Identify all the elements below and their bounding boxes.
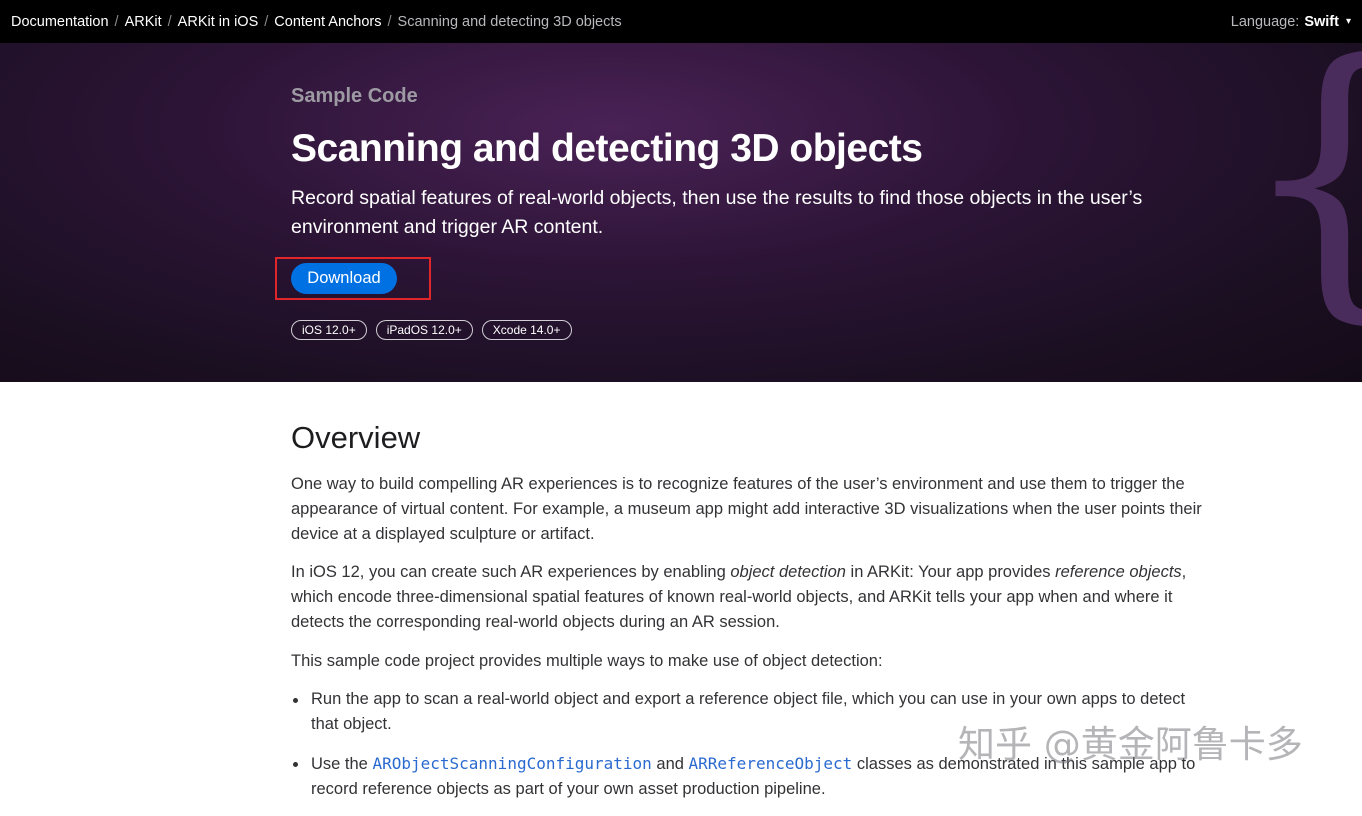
badge-xcode: Xcode 14.0+ (482, 320, 572, 340)
breadcrumb-arkit-in-ios[interactable]: ARKit in iOS (178, 14, 259, 30)
top-nav-bar: Documentation / ARKit / ARKit in iOS / C… (0, 0, 1362, 43)
badge-ios: iOS 12.0+ (291, 320, 367, 340)
page-title: Scanning and detecting 3D objects (291, 127, 922, 171)
watermark-text: 知乎 @黄金阿鲁卡多 (958, 714, 1303, 768)
breadcrumb: Documentation / ARKit / ARKit in iOS / C… (11, 14, 622, 30)
breadcrumb-separator: / (168, 14, 172, 30)
breadcrumb-current-page: Scanning and detecting 3D objects (398, 14, 622, 30)
term-object-detection: object detection (730, 563, 846, 581)
overview-paragraph-2: In iOS 12, you can create such AR experi… (291, 560, 1206, 635)
text-span: Use the (311, 755, 372, 773)
text-span: and (652, 755, 689, 773)
language-selector[interactable]: Language: Swift ▾ (1231, 14, 1351, 30)
breadcrumb-separator: / (388, 14, 392, 30)
link-arobjectscanningconfiguration[interactable]: ARObjectScanningConfiguration (372, 754, 651, 773)
breadcrumb-separator: / (115, 14, 119, 30)
overview-paragraph-3: This sample code project provides multip… (291, 649, 1206, 674)
curly-brace-icon: { (1238, 43, 1362, 325)
text-span: in ARKit: Your app provides (846, 563, 1055, 581)
eyebrow-label: Sample Code (291, 85, 418, 108)
language-label: Language: (1231, 14, 1300, 30)
breadcrumb-separator: / (264, 14, 268, 30)
overview-paragraph-1: One way to build compelling AR experienc… (291, 472, 1206, 547)
breadcrumb-arkit[interactable]: ARKit (125, 14, 162, 30)
language-value[interactable]: Swift (1304, 14, 1339, 30)
breadcrumb-documentation[interactable]: Documentation (11, 14, 109, 30)
platform-badges: iOS 12.0+ iPadOS 12.0+ Xcode 14.0+ (291, 320, 581, 340)
term-reference-objects: reference objects (1055, 563, 1182, 581)
link-arreferenceobject[interactable]: ARReferenceObject (689, 754, 853, 773)
chevron-down-icon[interactable]: ▾ (1346, 16, 1351, 27)
text-span: In iOS 12, you can create such AR experi… (291, 563, 730, 581)
download-button[interactable]: Download (291, 263, 397, 294)
breadcrumb-content-anchors[interactable]: Content Anchors (274, 14, 381, 30)
overview-heading: Overview (291, 420, 420, 456)
page-abstract: Record spatial features of real-world ob… (291, 184, 1191, 242)
badge-ipados: iPadOS 12.0+ (376, 320, 473, 340)
hero-section: { Sample Code Scanning and detecting 3D … (0, 43, 1362, 382)
